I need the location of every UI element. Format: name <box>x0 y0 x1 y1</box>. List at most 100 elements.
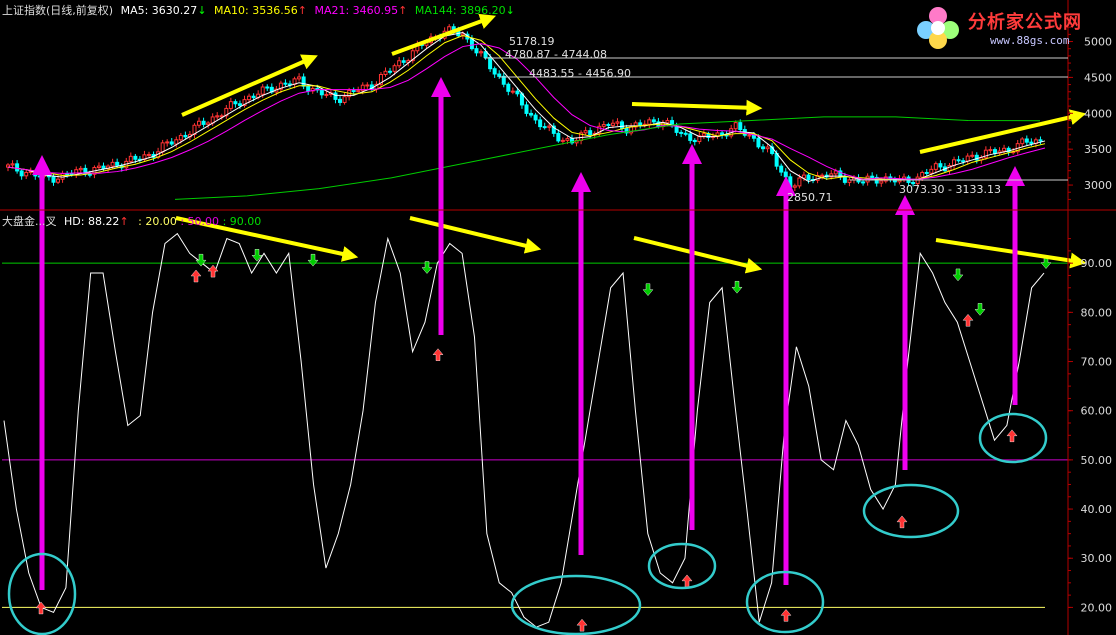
price-annotation: 5178.19 <box>509 35 555 48</box>
candle-body <box>961 160 966 163</box>
candle-body <box>492 68 497 75</box>
trend-arrow <box>935 238 1087 269</box>
index-title: 上证指数(日线,前复权) <box>2 4 114 17</box>
candle-body <box>547 125 552 128</box>
candle-body <box>365 84 370 87</box>
candle-body <box>265 86 270 89</box>
candle-body <box>701 133 706 137</box>
level-90: : 90.00 <box>222 215 262 228</box>
candle-body <box>197 120 202 126</box>
indicator-panel <box>2 262 1068 608</box>
candle-body <box>542 126 547 129</box>
candle-body <box>351 90 356 93</box>
highlight-circle <box>510 574 642 635</box>
candle-body <box>388 70 393 73</box>
buy-arrow-icon <box>896 515 908 529</box>
candle-body <box>833 170 838 175</box>
candle-body <box>601 124 606 127</box>
trend-arrow <box>181 54 318 117</box>
buy-arrow-icon <box>576 618 588 632</box>
buy-arrow-icon <box>432 348 444 361</box>
candle-body <box>1020 138 1025 145</box>
main-tick-label: 3500 <box>1084 143 1112 156</box>
candle-body <box>183 134 188 138</box>
signal-arrows <box>35 249 1052 632</box>
candle-body <box>10 163 15 166</box>
candle-body <box>679 131 684 134</box>
candle-body <box>683 132 688 135</box>
candle-body <box>469 38 474 50</box>
buy-arrow-icon <box>962 313 974 327</box>
candle-body <box>497 73 502 77</box>
ma5-value: MA5: 3630.27 <box>120 4 198 17</box>
candle-body <box>133 155 138 160</box>
candle-body <box>779 165 784 173</box>
candle-body <box>301 76 306 87</box>
candle-body <box>324 93 329 96</box>
candle-body <box>165 141 170 144</box>
candle-body <box>283 82 288 85</box>
candle-body <box>647 119 652 125</box>
candle-body <box>101 165 106 170</box>
candle-body <box>15 163 20 172</box>
indicator-tick-label: 40.00 <box>1081 503 1113 516</box>
candle-body <box>870 175 875 178</box>
candle-body <box>988 149 993 152</box>
candle-body <box>319 89 324 96</box>
candle-body <box>506 83 511 92</box>
buy-arrow-icon <box>1006 429 1018 443</box>
hd-indicator-line <box>3 232 1045 628</box>
candle-body <box>933 163 938 170</box>
candle-body <box>215 115 220 118</box>
candle-body <box>583 130 588 134</box>
candle-body <box>228 101 233 109</box>
candle-body <box>665 120 670 124</box>
candle-body <box>51 176 56 183</box>
candle-body <box>747 134 752 137</box>
candle-body <box>615 121 620 124</box>
candle-body <box>115 161 120 166</box>
candle-body <box>588 130 593 136</box>
candle-body <box>861 181 866 184</box>
indicator-tick-label: 30.00 <box>1081 552 1113 565</box>
candle-body <box>556 132 561 142</box>
ma144-value: MA144: 3896.20 <box>414 4 506 17</box>
level-20: : 20.00 <box>138 215 177 228</box>
candle-body <box>820 174 825 177</box>
candle-body <box>756 137 761 148</box>
indicator-name: 大盘金...叉 <box>2 215 57 228</box>
candle-body <box>688 133 693 141</box>
trend-arrow <box>631 99 763 116</box>
candle-body <box>920 171 925 178</box>
highlight-circle <box>647 542 717 590</box>
candle-body <box>110 161 115 167</box>
candle-body <box>383 70 388 75</box>
indicator-tick-label: 50.00 <box>1081 454 1113 467</box>
candle-body <box>842 176 847 183</box>
highlight-circle <box>862 483 960 539</box>
candle-body <box>392 65 397 72</box>
candle-body <box>783 171 788 178</box>
candle-body <box>765 146 770 150</box>
candle-body <box>606 124 611 127</box>
candle-body <box>333 92 338 100</box>
candle-body <box>797 177 802 187</box>
candle-body <box>970 154 975 157</box>
buy-arrow-icon <box>35 601 47 615</box>
price-annotation: 3073.30 - 3133.13 <box>899 183 1001 196</box>
candle-body <box>87 173 92 176</box>
site-logo: 分析家公式网 www.88gs.com <box>908 2 1108 52</box>
y-axis: 3000350040004500500020.0030.0040.0050.00… <box>0 0 1116 635</box>
candle-body <box>247 95 252 101</box>
candle-body <box>146 153 151 156</box>
hd-line <box>3 232 1045 628</box>
sell-arrow-icon <box>307 253 319 267</box>
candle-body <box>1002 147 1007 152</box>
candle-body <box>538 119 543 128</box>
sell-arrow-icon <box>195 253 207 267</box>
indicator-tick-label: 20.00 <box>1081 601 1113 614</box>
candle-body <box>169 141 174 145</box>
logo-url: www.88gs.com <box>990 34 1070 47</box>
ma10-arrow: ↑ <box>297 4 307 17</box>
candle-body <box>806 174 811 181</box>
